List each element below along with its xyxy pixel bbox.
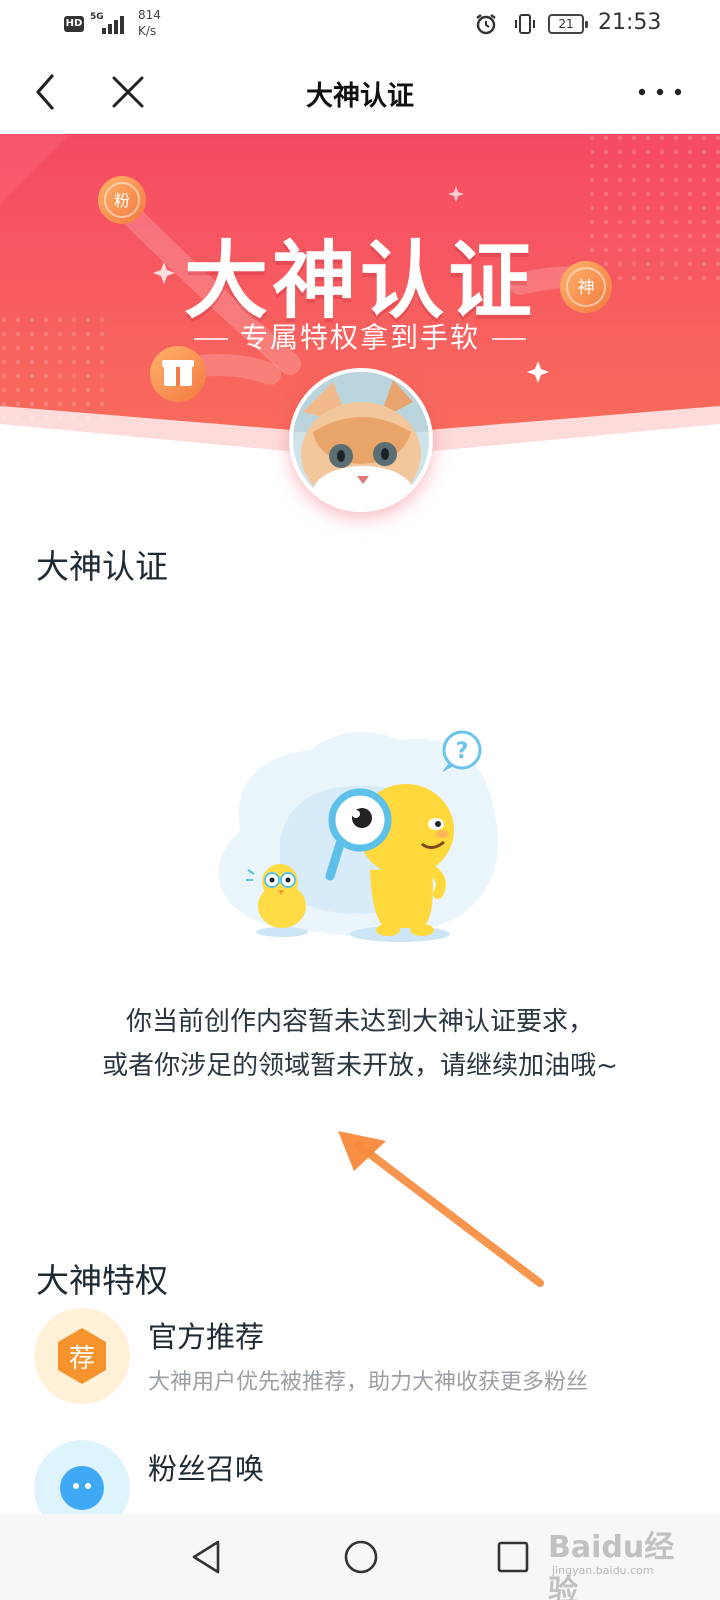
- nav-home-circle-icon[interactable]: [342, 1538, 380, 1576]
- annotation-arrow: [338, 1131, 544, 1287]
- watermark-url: jingyan.baidu.com: [552, 1564, 654, 1577]
- message-line-2: 或者你涉足的领域暂未开放，请继续加油哦~: [102, 1051, 618, 1081]
- privileges-section-title: 大神特权: [36, 1261, 168, 1300]
- banner-subtitle: 专属特权拿到手软: [0, 316, 720, 356]
- signal-icon: [98, 14, 128, 34]
- speed-unit: K/s: [138, 24, 157, 38]
- message-line-1: 你当前创作内容暂未达到大神认证要求，: [125, 1007, 594, 1037]
- recommend-icon: 荐: [34, 1308, 130, 1404]
- svg-text:?: ?: [456, 739, 469, 764]
- privilege-description: 大神用户优先被推荐，助力大神收获更多粉丝: [148, 1370, 589, 1395]
- nav-bar: 大神认证: [0, 50, 720, 134]
- more-icon[interactable]: [636, 80, 684, 104]
- privilege-title: 粉丝召唤: [148, 1452, 265, 1486]
- avatar[interactable]: [289, 368, 433, 512]
- clock: 21:53: [598, 10, 662, 35]
- battery-icon: 21: [548, 14, 588, 34]
- watermark-logo: Baidu经验: [548, 1530, 675, 1600]
- vibrate-icon: [515, 14, 535, 34]
- svg-text:荐: 荐: [69, 1344, 95, 1374]
- nav-back-triangle-icon[interactable]: [188, 1538, 224, 1576]
- status-bar: HD 5G 814 K/s 21 21:53: [0, 0, 720, 50]
- nav-recents-square-icon[interactable]: [496, 1540, 530, 1574]
- speed-value: 814: [138, 8, 161, 22]
- network-speed: 814 K/s: [138, 7, 161, 39]
- searching-emoji-illustration: ?: [218, 730, 498, 942]
- kitten-avatar-image: [293, 372, 429, 508]
- page-title: 大神认证: [306, 81, 414, 112]
- alarm-icon: [476, 14, 496, 35]
- coin-label: 粉: [114, 191, 130, 210]
- certification-message: 你当前创作内容暂未达到大神认证要求， 或者你涉足的领域暂未开放，请继续加油哦~: [0, 1000, 720, 1088]
- privilege-item-recommend[interactable]: 荐 官方推荐 大神用户优先被推荐，助力大神收获更多粉丝: [0, 1308, 720, 1428]
- certification-section-title: 大神认证: [36, 547, 168, 586]
- hd-indicator: HD: [64, 16, 84, 32]
- privilege-title: 官方推荐: [148, 1320, 265, 1354]
- svg-text:粉: 粉: [114, 191, 130, 210]
- baidu-watermark: Baidu经验 jingyan.baidu.com: [548, 1522, 688, 1600]
